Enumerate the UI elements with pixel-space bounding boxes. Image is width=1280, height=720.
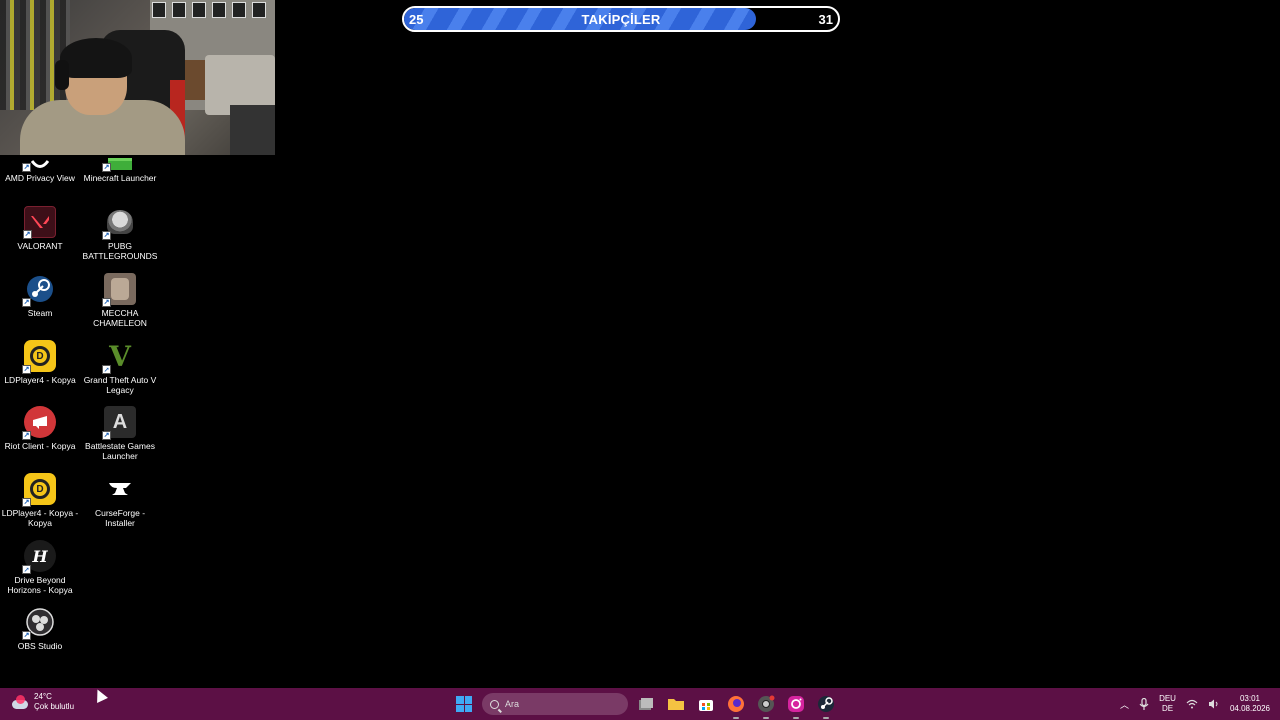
- desktop-icon[interactable]: H ↗ Drive Beyond Horizons - Kopya: [0, 540, 80, 595]
- obs-studio-icon: ↗: [22, 606, 56, 640]
- store-icon: [699, 700, 713, 711]
- pubg-icon: ↗: [102, 206, 136, 240]
- weather-widget[interactable]: 24°C Çok bulutlu: [10, 692, 74, 712]
- firefox-button[interactable]: [724, 692, 748, 719]
- desktop-icon-label: LDPlayer4 - Kopya: [4, 375, 76, 385]
- curseforge-icon: [104, 473, 136, 505]
- ldplayer-icon: D ↗: [22, 473, 56, 507]
- weather-description: Çok bulutlu: [34, 702, 75, 711]
- follower-goal-bar: 25 TAKİPÇİLER 31: [402, 6, 840, 32]
- search-icon: [490, 699, 499, 709]
- desktop-icon[interactable]: ↗ PUBG BATTLEGROUNDS: [80, 206, 160, 261]
- instagram-icon: [788, 696, 804, 712]
- desktop-icon[interactable]: D ↗ LDPlayer4 - Kopya - Kopya: [0, 473, 80, 528]
- firefox-icon: [728, 696, 744, 712]
- desktop-icon[interactable]: ↗ MECCHA CHAMELEON: [80, 273, 160, 328]
- folder-icon: [668, 699, 684, 710]
- desktop-icon-label: LDPlayer4 - Kopya - Kopya: [1, 508, 79, 528]
- steam-icon: ↗: [22, 273, 56, 307]
- minecraft-launcher-icon: ↗: [102, 150, 136, 172]
- cloud-icon: [10, 694, 30, 710]
- desktop-icon[interactable]: V ↗ Grand Theft Auto V Legacy: [80, 339, 160, 396]
- windows-icon: [456, 696, 472, 712]
- desktop-icon-label: MECCHA CHAMELEON: [93, 308, 147, 328]
- goal-title: TAKİPÇİLER: [581, 11, 661, 27]
- volume-icon[interactable]: [1208, 699, 1220, 709]
- gta-v-icon: V ↗: [102, 339, 131, 374]
- language-indicator[interactable]: DEU DE: [1159, 694, 1176, 714]
- desktop-icon-label: CurseForge - Installer: [94, 508, 146, 528]
- weather-temperature: 24°C: [34, 692, 52, 701]
- desktop-icon[interactable]: CurseForge - Installer: [80, 473, 160, 528]
- search-placeholder: Ara: [505, 699, 520, 709]
- desktop-icon-label: PUBG BATTLEGROUNDS: [82, 241, 158, 261]
- task-view-icon: [639, 698, 653, 710]
- keyboard-layout: DE: [1161, 704, 1174, 713]
- meccha-chameleon-icon: ↗: [102, 273, 136, 307]
- desktop-icon-label: OBS Studio: [17, 641, 63, 651]
- wifi-icon[interactable]: [1186, 699, 1198, 709]
- desktop-icon-label: VALORANT: [17, 241, 63, 251]
- webcam-overlay: [0, 0, 275, 155]
- desktop-icon[interactable]: ↗ Minecraft Launcher: [80, 150, 160, 183]
- desktop-icon-label: Grand Theft Auto V Legacy: [83, 375, 157, 395]
- headset-icon: [55, 60, 69, 90]
- drive-beyond-horizons-icon: H ↗: [22, 540, 56, 574]
- riot-client-icon: ↗: [22, 406, 56, 440]
- taskbar: 24°C Çok bulutlu Ara ︿ DEU DE 03:01 04.0…: [0, 688, 1280, 720]
- task-view-button[interactable]: [634, 692, 658, 716]
- microphone-icon[interactable]: [1139, 698, 1149, 710]
- desktop-icon[interactable]: ↗ Steam: [0, 273, 80, 318]
- language-code: DEU: [1159, 694, 1176, 703]
- file-explorer-button[interactable]: [664, 692, 688, 716]
- steam-taskbar-button[interactable]: [814, 692, 838, 719]
- desktop-icon[interactable]: ↗ OBS Studio: [0, 606, 80, 651]
- clock-date: 04.08.2026: [1229, 704, 1270, 713]
- show-hidden-icons-button[interactable]: ︿: [1120, 698, 1129, 711]
- desktop-icon[interactable]: A ↗ Battlestate Games Launcher: [80, 406, 160, 461]
- desktop-icon-label: Steam: [27, 308, 53, 318]
- desktop-icon-label: Battlestate Games Launcher: [85, 441, 155, 461]
- desktop-icon-label: Minecraft Launcher: [83, 173, 157, 183]
- valorant-icon: ↗: [23, 206, 56, 239]
- chrome-button[interactable]: [754, 692, 778, 719]
- taskbar-center: Ara: [452, 688, 838, 720]
- desktop-icon-label: Riot Client - Kopya: [4, 441, 76, 451]
- clock[interactable]: 03:01 04.08.2026: [1230, 694, 1270, 714]
- desktop-icon[interactable]: ↗ Riot Client - Kopya: [0, 406, 80, 451]
- clock-time: 03:01: [1239, 694, 1260, 703]
- desktop-icon-label: Drive Beyond Horizons - Kopya: [7, 575, 73, 595]
- chrome-icon: [758, 695, 775, 712]
- start-button[interactable]: [452, 692, 476, 716]
- store-button[interactable]: [694, 692, 718, 716]
- search-box[interactable]: Ara: [482, 693, 628, 715]
- instagram-button[interactable]: [784, 692, 808, 719]
- amd-privacy-view-icon: ↗: [22, 150, 56, 172]
- system-tray: ︿ DEU DE 03:01 04.08.2026: [1120, 688, 1280, 720]
- goal-end-value: 31: [818, 11, 833, 27]
- desktop-icon[interactable]: D ↗ LDPlayer4 - Kopya: [0, 340, 80, 385]
- desktop-icon-label: AMD Privacy View: [5, 173, 75, 183]
- ldplayer-icon: D ↗: [22, 340, 56, 374]
- desktop-icon[interactable]: ↗ VALORANT: [0, 206, 80, 251]
- battlestate-icon: A ↗: [102, 406, 136, 440]
- steam-icon: [818, 696, 834, 712]
- desktop-icon[interactable]: ↗ AMD Privacy View: [0, 150, 80, 183]
